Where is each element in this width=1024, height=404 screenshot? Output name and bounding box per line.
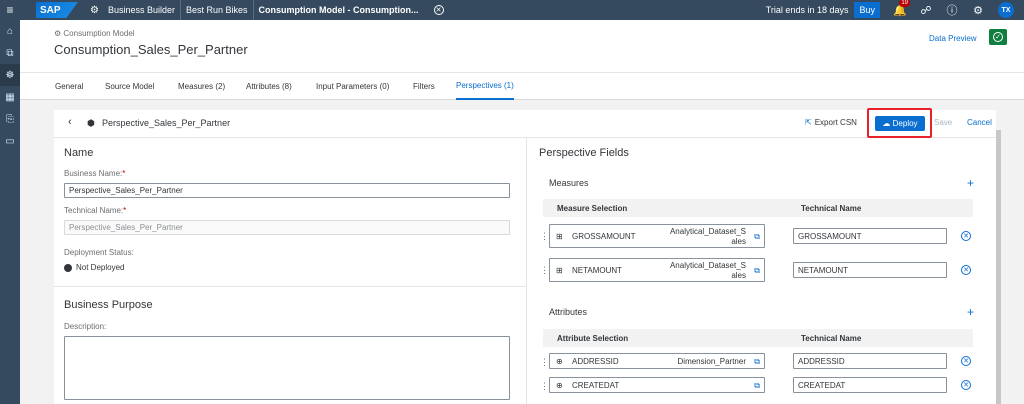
sap-logo[interactable]: SAP	[36, 2, 78, 18]
measure-icon: ⊞	[556, 232, 563, 241]
tab-perspectives[interactable]: Perspectives (1)	[456, 73, 514, 100]
technical-name-label: Technical Name:*	[64, 206, 127, 215]
connections-icon[interactable]: ⎘	[0, 108, 20, 130]
attribute-technical-input[interactable]: ADDRESSID	[793, 353, 947, 369]
deploy-highlight: ☁ Deploy	[867, 108, 932, 138]
name-section-title: Name	[64, 147, 94, 159]
side-navigation: ⌂ ⧉ ☸ ▦ ⎘ ▭	[0, 20, 20, 404]
measure-technical-input[interactable]: GROSSAMOUNT	[793, 228, 947, 244]
menu-icon[interactable]: ≡	[0, 0, 20, 20]
buy-button[interactable]: Buy	[854, 2, 880, 18]
drag-handle-icon[interactable]: ⋮	[540, 231, 549, 242]
attribute-select[interactable]: ⊕ ADDRESSID Dimension_Partner ⧉	[549, 353, 765, 369]
remove-icon[interactable]: ✕	[961, 380, 971, 390]
save-button[interactable]: Save	[934, 118, 952, 127]
copy-icon[interactable]: ⧉	[754, 357, 760, 367]
drag-handle-icon[interactable]: ⋮	[540, 265, 549, 276]
export-icon: ⇱	[805, 118, 812, 127]
object-header: ⚙ Consumption Model Consumption_Sales_Pe…	[20, 20, 1024, 72]
breadcrumb-business-builder[interactable]: Business Builder	[103, 0, 182, 20]
tab-measures[interactable]: Measures (2)	[178, 73, 225, 100]
tab-input-parameters[interactable]: Input Parameters (0)	[316, 73, 389, 100]
cloud-upload-icon: ☁	[882, 119, 893, 128]
perspective-icon: ⬢	[87, 118, 95, 128]
catalog-icon[interactable]: ⧉	[0, 42, 20, 64]
breadcrumb-current-model[interactable]: Consumption Model - Consumption...	[254, 0, 424, 20]
deployment-status: Not Deployed	[64, 263, 124, 272]
perspective-card: ‹ ⬢ Perspective_Sales_Per_Partner ⇱ Expor…	[54, 108, 996, 404]
page-title: Consumption_Sales_Per_Partner	[54, 42, 248, 57]
business-builder-nav-icon[interactable]: ☸	[0, 64, 20, 86]
breadcrumb-space[interactable]: Best Run Bikes	[181, 0, 254, 20]
tab-attributes[interactable]: Attributes (8)	[246, 73, 292, 100]
measure-selection-header: Measure Selection	[557, 204, 628, 213]
cancel-button[interactable]: Cancel	[967, 118, 992, 127]
remove-icon[interactable]: ✕	[961, 356, 971, 366]
home-icon[interactable]: ⌂	[0, 20, 20, 42]
deployment-status-label: Deployment Status:	[64, 248, 134, 257]
remove-icon[interactable]: ✕	[961, 231, 971, 241]
business-purpose-title: Business Purpose	[64, 299, 153, 311]
copy-icon[interactable]: ⧉	[754, 381, 760, 391]
business-name-label: Business Name:*	[64, 169, 126, 178]
feedback-icon[interactable]: ☍	[916, 0, 936, 20]
measure-technical-input[interactable]: NETAMOUNT	[793, 262, 947, 278]
description-label: Description:	[64, 322, 107, 331]
perspective-toolbar: ‹ ⬢ Perspective_Sales_Per_Partner ⇱ Expor…	[54, 108, 996, 138]
measure-technical-header: Technical Name	[801, 204, 862, 213]
trial-status: Trial ends in 18 days	[765, 5, 849, 15]
technical-name-input	[64, 220, 510, 235]
notification-badge: 19	[899, 0, 910, 7]
deploy-button[interactable]: ☁ Deploy	[875, 116, 925, 131]
attribute-selection-header: Attribute Selection	[557, 334, 629, 343]
attribute-technical-header: Technical Name	[801, 334, 862, 343]
tab-filters[interactable]: Filters	[413, 73, 435, 100]
data-preview-link[interactable]: Data Preview	[929, 34, 977, 43]
description-textarea[interactable]	[64, 336, 510, 400]
export-csn-button[interactable]: ⇱ Export CSN	[805, 118, 857, 127]
measure-select[interactable]: ⊞ GROSSAMOUNT Analytical_Dataset_S ales ⧉	[549, 224, 765, 248]
business-builder-icon: ⚙	[90, 4, 99, 16]
measures-table-header: Measure Selection Technical Name	[543, 199, 973, 217]
add-measure-icon[interactable]: +	[967, 176, 974, 190]
perspective-fields-title: Perspective Fields	[539, 147, 629, 159]
copy-icon[interactable]: ⧉	[754, 232, 760, 242]
perspective-fields-panel: Perspective Fields Measures + Measure Se…	[526, 138, 996, 404]
drag-handle-icon[interactable]: ⋮	[540, 357, 549, 368]
attribute-icon: ⊕	[556, 357, 563, 366]
avatar[interactable]: TX	[998, 2, 1014, 18]
settings-icon[interactable]: ⚙	[968, 0, 988, 20]
help-icon[interactable]: ⓘ	[942, 0, 962, 20]
attribute-select[interactable]: ⊕ CREATEDAT ⧉	[549, 377, 765, 393]
tab-bar: General Source Model Measures (2) Attrib…	[20, 72, 1024, 100]
validate-button[interactable]: ✓	[989, 29, 1007, 45]
object-type: ⚙ Consumption Model	[54, 29, 135, 38]
attributes-table-header: Attribute Selection Technical Name	[543, 329, 973, 347]
attribute-technical-input[interactable]: CREATEDAT	[793, 377, 947, 393]
measure-icon: ⊞	[556, 266, 563, 275]
data-builder-icon[interactable]: ▦	[0, 86, 20, 108]
close-tab-icon[interactable]: ✕	[433, 5, 444, 15]
notifications-icon[interactable]: 🔔 19	[890, 0, 910, 20]
perspective-title: Perspective_Sales_Per_Partner	[102, 118, 231, 128]
back-icon[interactable]: ‹	[68, 116, 72, 128]
remove-icon[interactable]: ✕	[961, 265, 971, 275]
add-attribute-icon[interactable]: +	[967, 305, 974, 319]
consumption-model-icon: ⚙	[54, 29, 64, 38]
section-divider	[54, 286, 526, 287]
tab-source-model[interactable]: Source Model	[105, 73, 154, 100]
clock-icon	[64, 263, 72, 272]
business-name-input[interactable]	[64, 183, 510, 198]
scrollbar[interactable]	[996, 130, 1001, 404]
tab-general[interactable]: General	[55, 73, 83, 100]
monitor-icon[interactable]: ▭	[0, 130, 20, 152]
drag-handle-icon[interactable]: ⋮	[540, 381, 549, 392]
shell-bar: ≡ SAP ⚙ Business Builder Best Run Bikes …	[0, 0, 1024, 20]
attribute-icon: ⊕	[556, 381, 563, 390]
copy-icon[interactable]: ⧉	[754, 266, 760, 276]
measure-select[interactable]: ⊞ NETAMOUNT Analytical_Dataset_S ales ⧉	[549, 258, 765, 282]
measures-title: Measures	[549, 178, 589, 188]
attributes-title: Attributes	[549, 307, 588, 317]
check-icon: ✓	[993, 32, 1003, 42]
